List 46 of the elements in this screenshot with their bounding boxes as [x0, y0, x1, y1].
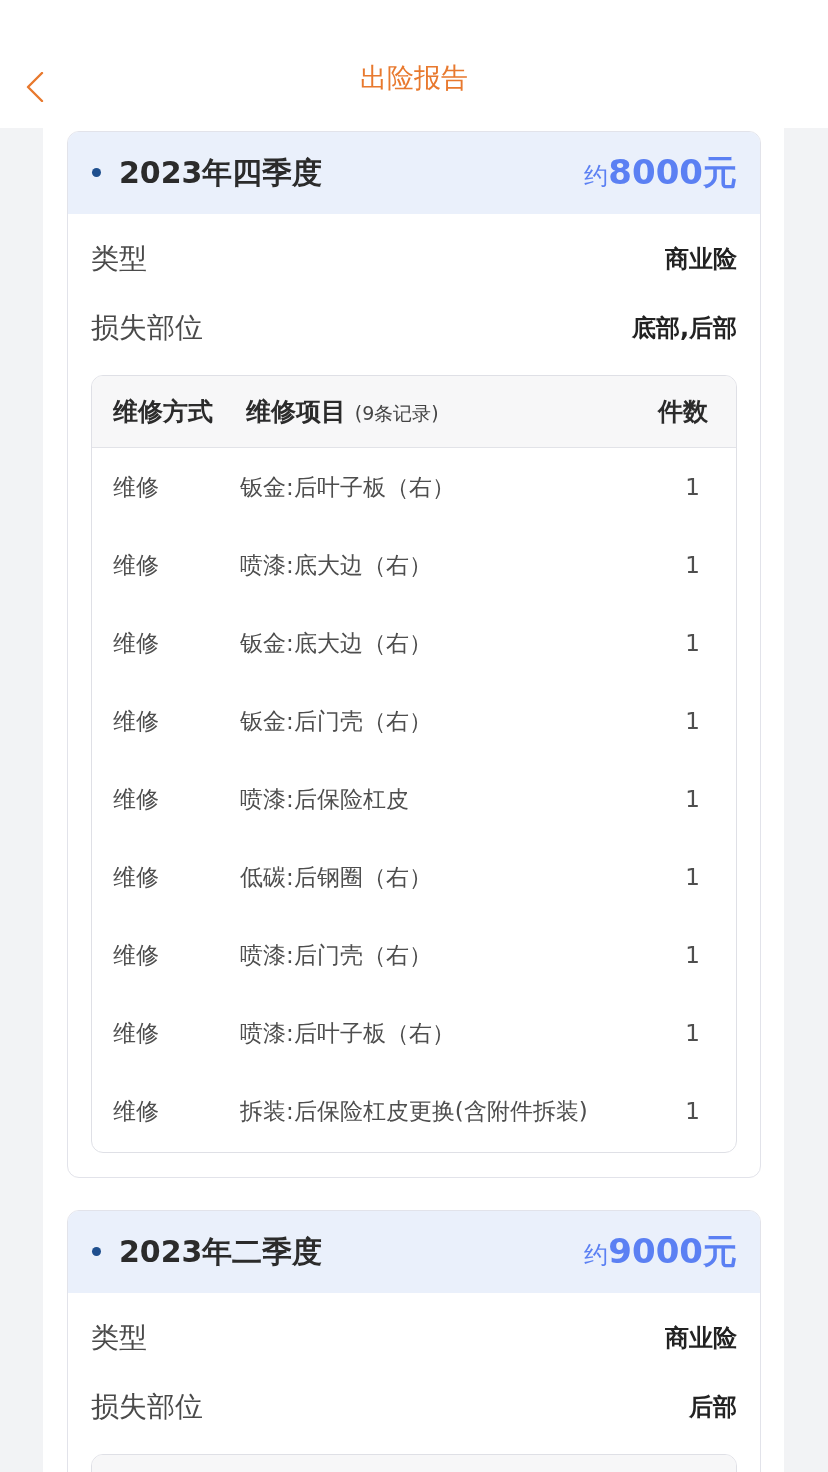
column-header: 维修项目 (9条记录): [246, 396, 439, 428]
field-value: 商业险: [665, 1322, 737, 1354]
field-label: 损失部位: [91, 309, 203, 346]
table-cell-text: 维修: [113, 940, 160, 970]
chevron-left-icon: [26, 72, 44, 102]
table-cell-text: 维修: [113, 1018, 160, 1048]
table-cell: 1: [685, 708, 700, 734]
table-cell-text: 维修: [113, 550, 160, 580]
table-cell-text: 维修: [113, 784, 160, 814]
table-cell-text: 喷漆:后门壳（右）: [240, 940, 432, 970]
table-cell: 1: [685, 1098, 700, 1124]
table-cell-text: 维修: [113, 472, 160, 502]
amount-text: 约9000元: [584, 1230, 737, 1273]
table-cell: 1: [685, 864, 700, 890]
table-cell-text: 钣金:后门壳（右）: [240, 706, 432, 736]
table-cell: 1: [685, 552, 700, 578]
amount-text: 约8000元: [584, 151, 737, 194]
field-value: 底部,后部: [631, 312, 737, 344]
field-value: 商业险: [665, 243, 737, 275]
quarter-title: 2023年二季度: [119, 1232, 323, 1271]
table-cell: 1: [685, 942, 700, 968]
field-value: 后部: [689, 1391, 737, 1423]
table-cell: 1: [685, 1020, 700, 1046]
field-label: 类型: [91, 240, 147, 277]
table-cell-text: 维修: [113, 628, 160, 658]
bullet-icon: [92, 1246, 101, 1256]
table-cell: 1: [685, 630, 700, 656]
column-header: 维修方式: [113, 396, 214, 428]
field-label: 损失部位: [91, 1388, 203, 1425]
column-header: 件数: [658, 396, 708, 428]
table-cell-text: 拆装:后保险杠皮更换(含附件拆装): [240, 1096, 588, 1126]
page-title: 出险报告: [360, 61, 468, 95]
table-cell-text: 喷漆:底大边（右）: [240, 550, 432, 580]
table-cell-text: 维修: [113, 862, 160, 892]
quarter-title: 2023年四季度: [119, 153, 323, 192]
table-cell-text: 维修: [113, 1096, 160, 1126]
bullet-icon: [92, 167, 101, 177]
table-cell: 1: [685, 786, 700, 812]
table-cell-text: 钣金:后叶子板（右）: [240, 472, 455, 502]
table-cell-text: 低碳:后钢圈（右）: [240, 862, 432, 892]
table-cell-text: 喷漆:后叶子板（右）: [240, 1018, 455, 1048]
field-label: 类型: [91, 1319, 147, 1356]
table-cell-text: 维修: [113, 706, 160, 736]
table-cell-text: 喷漆:后保险杠皮: [240, 784, 409, 814]
table-cell: 1: [685, 474, 700, 500]
table-cell-text: 钣金:底大边（右）: [240, 628, 432, 658]
